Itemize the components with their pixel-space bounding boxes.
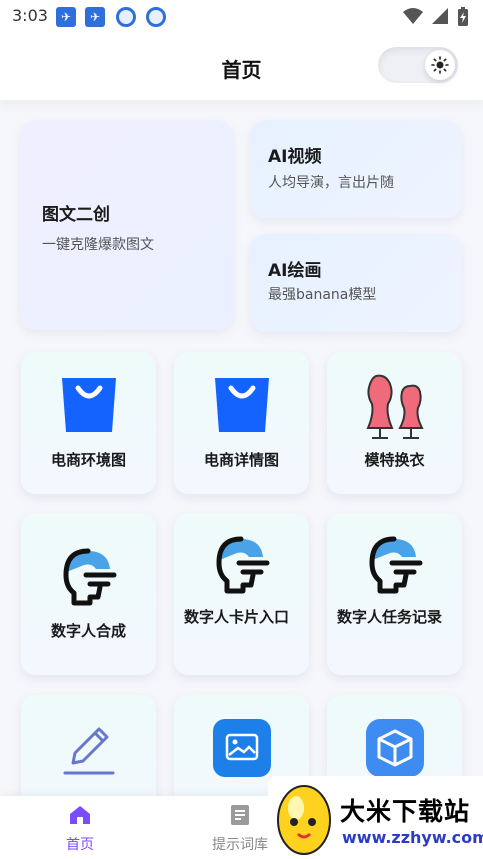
- digital-human-icon: [216, 536, 269, 594]
- card-title: AI绘画: [268, 261, 322, 281]
- tile-label: 数字人任务记录: [337, 608, 443, 626]
- digital-human-icon: [369, 536, 422, 594]
- tile-ecommerce-detail[interactable]: 电商详情图: [174, 352, 309, 494]
- notification-icon: ✈: [56, 7, 76, 27]
- notification-icon: [146, 7, 166, 27]
- card-subtitle: 最强banana模型: [268, 287, 377, 303]
- tile-digital-human-card[interactable]: 数字人卡片入口: [174, 513, 309, 675]
- notification-icon: ✈: [85, 7, 105, 27]
- tile-digital-human-tasks[interactable]: 数字人任务记录: [327, 513, 462, 675]
- tile-label: 数字人卡片入口: [184, 608, 290, 626]
- document-icon: [231, 805, 249, 825]
- app-header: 首页: [0, 34, 483, 100]
- mannequin-icon: [365, 374, 424, 439]
- image-icon: [212, 719, 271, 777]
- shopping-bag-icon: [61, 378, 116, 432]
- system-icons: [403, 7, 469, 27]
- watermark-title: 大米下载站: [340, 797, 471, 826]
- nav-home[interactable]: 首页: [40, 804, 120, 854]
- watermark-banner: 大米下载站 www.zzhyw.com: [268, 776, 483, 859]
- tile-model-outfit[interactable]: 模特换衣: [327, 352, 462, 494]
- nav-label: 首页: [66, 837, 94, 853]
- tile-ecommerce-scene[interactable]: 电商环境图: [21, 352, 156, 494]
- tile-digital-human-compose[interactable]: 数字人合成: [21, 513, 156, 675]
- wifi-icon: [403, 8, 423, 24]
- status-bar: 3:03 ✈ ✈: [0, 0, 483, 34]
- card-subtitle: 人均导演，言出片随: [268, 175, 394, 191]
- mascot-logo-icon: [277, 785, 331, 855]
- cube-icon: [365, 719, 424, 777]
- toggle-knob[interactable]: [425, 50, 455, 80]
- signal-icon: [432, 8, 448, 24]
- digital-human-icon: [63, 548, 116, 606]
- notification-icon: [116, 7, 136, 27]
- status-time: 3:03: [12, 6, 48, 25]
- watermark-url: www.zzhyw.com: [342, 828, 483, 847]
- tile-label: 电商环境图: [50, 451, 126, 469]
- sun-icon: [431, 56, 449, 74]
- tile-label: 电商详情图: [203, 451, 279, 469]
- home-icon: [70, 806, 90, 824]
- pencil-icon: [63, 727, 114, 775]
- tile-label: 模特换衣: [364, 451, 425, 469]
- card-ai-paint[interactable]: AI绘画 最强banana模型: [250, 234, 462, 332]
- tile-label: 数字人合成: [50, 622, 126, 640]
- battery-icon: [458, 7, 468, 26]
- card-title: AI视频: [268, 147, 322, 167]
- card-title: 图文二创: [42, 205, 110, 225]
- shopping-bag-icon: [214, 378, 269, 432]
- card-subtitle: 一键克隆爆款图文: [42, 237, 154, 253]
- theme-toggle[interactable]: [378, 47, 458, 83]
- card-image-text-remix[interactable]: 图文二创 一键克隆爆款图文: [20, 120, 233, 330]
- card-ai-video[interactable]: AI视频 人均导演，言出片随: [250, 120, 462, 218]
